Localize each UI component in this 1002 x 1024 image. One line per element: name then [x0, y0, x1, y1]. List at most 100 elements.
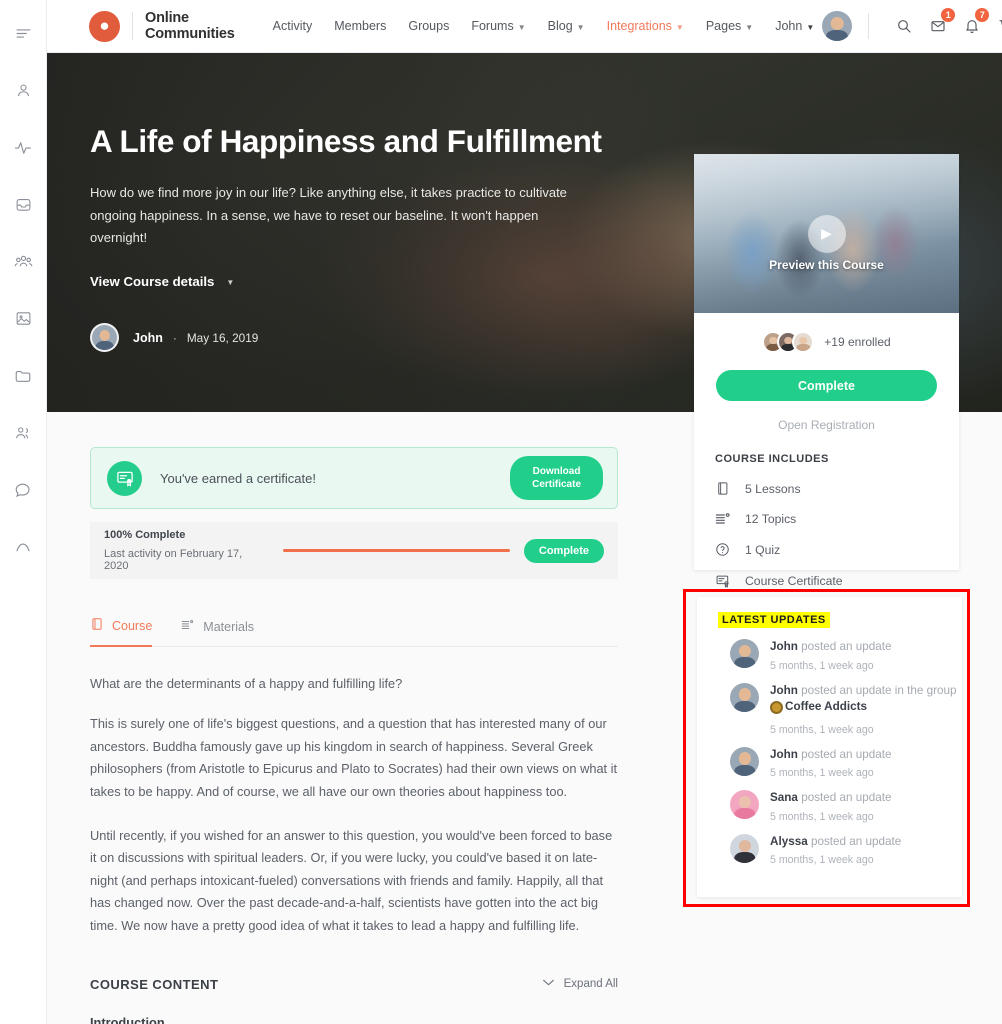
include-label: 1 Quiz — [745, 542, 781, 557]
course-includes-topics: 12 Topics — [715, 512, 959, 526]
latest-updates-annotation-box: LATEST UPDATES John posted an update 5 m… — [683, 589, 970, 907]
course-complete-button[interactable]: Complete — [716, 370, 937, 401]
avatar[interactable] — [730, 790, 759, 820]
registration-status: Open Registration — [778, 418, 875, 432]
separator: · — [172, 330, 177, 345]
update-timestamp: 5 months, 1 week ago — [770, 810, 874, 823]
activity-icon[interactable] — [0, 124, 47, 171]
progress-status-button[interactable]: Complete — [523, 538, 604, 563]
nav-item-forums[interactable]: Forums ▼ — [471, 19, 525, 33]
preview-course-label: Preview this Course — [769, 258, 884, 272]
profile-icon[interactable] — [0, 67, 47, 114]
nav-label: Groups — [408, 19, 450, 33]
include-label: 12 Topics — [745, 512, 797, 526]
friends-icon[interactable] — [0, 409, 47, 456]
tab-label: Materials — [203, 619, 255, 634]
expand-all-button[interactable]: Expand All — [542, 978, 618, 990]
update-body: Sana posted an update 5 months, 1 week a… — [770, 790, 960, 823]
search-icon[interactable] — [889, 11, 919, 41]
inbox-icon[interactable] — [0, 181, 47, 228]
chevron-down-icon: ▼ — [745, 22, 754, 32]
avatar[interactable] — [730, 746, 759, 776]
avatar[interactable] — [90, 323, 119, 353]
nav-label: Integrations — [606, 19, 672, 33]
nav-label: Blog — [547, 19, 573, 33]
media-icon[interactable] — [0, 295, 47, 342]
bell-icon[interactable]: 7 — [957, 8, 990, 41]
download-label-line2: Certificate — [532, 479, 581, 490]
tab-materials[interactable]: Materials — [180, 618, 254, 646]
update-user[interactable]: John — [770, 640, 798, 653]
certificate-icon — [107, 460, 142, 496]
nav-item-groups[interactable]: Groups — [408, 19, 449, 33]
latest-updates-widget: LATEST UPDATES John posted an update 5 m… — [697, 597, 962, 897]
update-group-link[interactable]: Coffee Addicts — [770, 699, 867, 716]
messages-icon[interactable]: 1 — [923, 8, 956, 41]
include-label: 5 Lessons — [745, 481, 801, 496]
list-item[interactable]: Alyssa posted an update 5 months, 1 week… — [730, 833, 962, 867]
main-nav: Activity Members Groups Forums ▼ Blog ▼ In… — [273, 19, 776, 33]
more-icon[interactable] — [0, 523, 47, 570]
nav-label: Forums — [471, 19, 514, 33]
update-timestamp: 5 months, 1 week ago — [770, 723, 874, 736]
course-preview-video[interactable]: ▶ Preview this Course — [694, 154, 959, 313]
chevron-down-icon[interactable]: ▼ — [806, 23, 814, 32]
view-course-details-link[interactable]: View Course details ▼ — [90, 274, 234, 289]
cart-icon[interactable]: 1 — [991, 11, 1002, 41]
progress-percent: 100% Complete — [104, 529, 186, 541]
play-icon[interactable]: ▶ — [807, 214, 846, 253]
list-item[interactable]: Sana posted an update 5 months, 1 week a… — [730, 790, 962, 823]
nav-item-pages[interactable]: Pages ▼ — [706, 19, 753, 33]
update-user[interactable]: John — [770, 748, 798, 761]
site-logo[interactable]: ● Online Communities — [89, 10, 235, 42]
tab-course[interactable]: Course — [90, 617, 153, 647]
topbar-right-cluster: John ▼ 1 7 1 — [775, 8, 1002, 41]
author-name[interactable]: John — [133, 331, 163, 345]
hero-subtitle: How do we find more joy in our life? Lik… — [90, 185, 567, 246]
nav-item-integrations[interactable]: Integrations ▼ — [607, 19, 684, 33]
course-section-title: Introduction — [90, 1014, 165, 1024]
update-user[interactable]: John — [770, 684, 798, 697]
avatar[interactable] — [730, 682, 759, 712]
content-tabs: Course Materials — [90, 613, 618, 647]
list-item[interactable]: John posted an update in the group Coffe… — [730, 682, 962, 736]
download-label-line1: Download — [532, 465, 581, 477]
chevron-down-icon: ▼ — [675, 22, 684, 32]
update-action: posted an update — [801, 791, 892, 805]
hero-content: A Life of Happiness and Fulfillment How … — [90, 121, 610, 353]
menu-icon[interactable] — [0, 10, 47, 57]
messages-icon[interactable] — [0, 466, 47, 513]
certificate-icon — [715, 573, 735, 588]
list-icon — [180, 618, 195, 635]
download-certificate-button[interactable]: Download Certificate — [510, 455, 603, 501]
course-includes-certificate: Course Certificate — [715, 573, 959, 588]
messages-badge: 1 — [941, 8, 956, 22]
left-rail — [0, 0, 47, 1024]
list-item[interactable]: John posted an update 5 months, 1 week a… — [730, 746, 962, 779]
update-user[interactable]: Sana — [770, 791, 798, 804]
nav-item-members[interactable]: Members — [334, 19, 386, 33]
update-user[interactable]: Alyssa — [770, 835, 808, 848]
avatar[interactable] — [730, 833, 759, 863]
course-paragraph-1: What are the determinants of a happy and… — [90, 676, 403, 691]
update-text: Sana posted an update — [770, 790, 960, 807]
chevron-down-icon: ▼ — [576, 22, 585, 32]
folder-icon[interactable] — [0, 352, 47, 399]
update-body: John posted an update in the group Coffe… — [770, 683, 960, 736]
user-menu-label[interactable]: John — [775, 19, 802, 33]
groups-icon[interactable] — [0, 238, 47, 285]
tab-label: Course — [112, 618, 153, 633]
course-includes-quiz: 1 Quiz — [715, 542, 959, 557]
certificate-message: You've earned a certificate! — [160, 470, 316, 486]
list-item[interactable]: John posted an update 5 months, 1 week a… — [730, 639, 962, 672]
update-body: Alyssa posted an update 5 months, 1 week… — [770, 834, 960, 867]
nav-item-activity[interactable]: Activity — [273, 19, 313, 33]
hero-author-row: John · May 16, 2019 — [90, 323, 610, 353]
update-action: posted an update — [801, 747, 892, 761]
view-course-details-label: View Course details — [90, 274, 215, 290]
avatar[interactable] — [822, 11, 853, 41]
chevron-down-icon: ▼ — [517, 22, 526, 32]
nav-label: Members — [334, 19, 387, 33]
nav-item-blog[interactable]: Blog ▼ — [548, 19, 585, 33]
avatar[interactable] — [730, 639, 759, 668]
